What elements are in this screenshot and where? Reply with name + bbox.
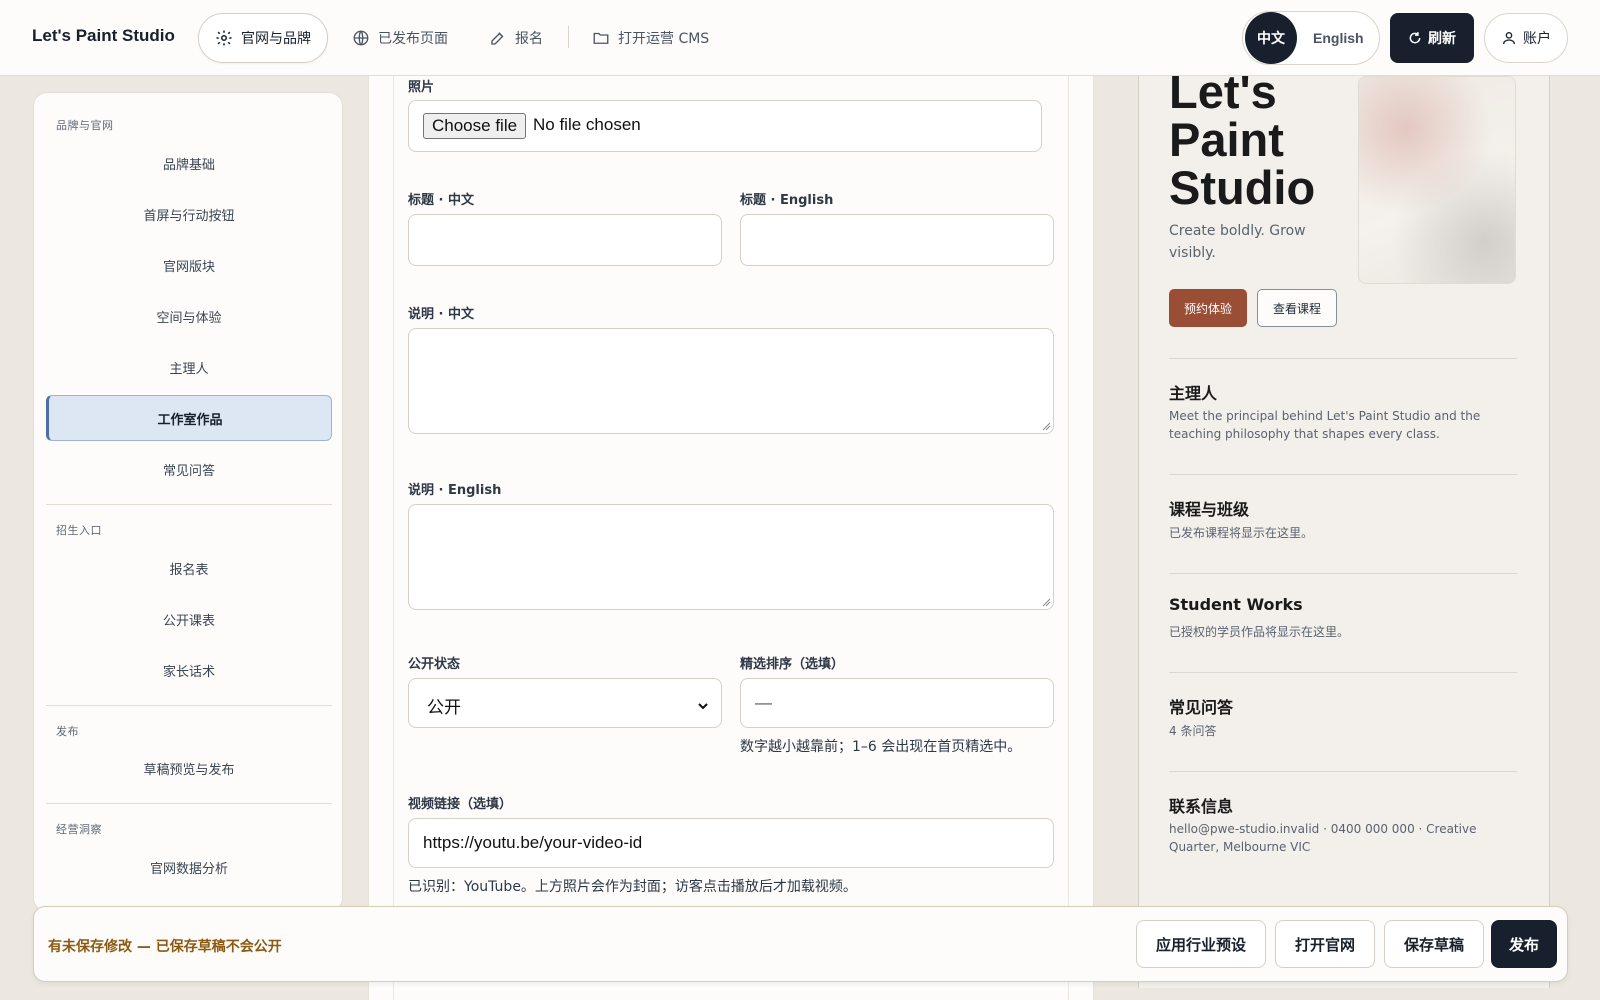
sidebar-group-insights: 经营洞察 bbox=[56, 823, 102, 836]
preview-divider bbox=[1169, 474, 1517, 475]
globe-icon bbox=[352, 29, 370, 47]
refresh-label: 刷新 bbox=[1428, 31, 1456, 47]
nav-published-pages[interactable]: 已发布页面 bbox=[352, 13, 448, 63]
preview-divider bbox=[1169, 771, 1517, 772]
preview-courses-button[interactable]: 查看课程 bbox=[1257, 289, 1337, 327]
sidebar-divider bbox=[46, 705, 332, 706]
preview-divider bbox=[1169, 358, 1517, 359]
publish-button[interactable]: 发布 bbox=[1491, 920, 1557, 968]
video-url-value: https://youtu.be/your-video-id bbox=[423, 833, 643, 852]
title-en-input[interactable] bbox=[740, 214, 1054, 266]
sidebar-item-draft-preview[interactable]: 草稿预览与发布 bbox=[46, 745, 332, 791]
sidebar-item-site-analytics[interactable]: 官网数据分析 bbox=[46, 844, 332, 890]
nav-separator bbox=[568, 26, 569, 48]
sidebar-group-enrollment: 招生入口 bbox=[56, 524, 102, 537]
sidebar-divider bbox=[46, 803, 332, 804]
preview-section-text: hello@pwe-studio.invalid · 0400 000 000 … bbox=[1169, 822, 1477, 854]
desc-zh-label: 说明 · 中文 bbox=[408, 307, 474, 322]
preview-section-text: 4 条问答 bbox=[1169, 724, 1217, 738]
refresh-icon bbox=[1408, 31, 1422, 45]
nav-signup-label: 报名 bbox=[515, 31, 543, 47]
preview-hero-subtitle: Create boldly. Grow visibly. bbox=[1169, 223, 1306, 261]
nav-site-brand[interactable]: 官网与品牌 bbox=[198, 13, 328, 63]
preview-hero-title: Let's Paint Studio bbox=[1169, 76, 1316, 214]
preview-section-text: 已发布课程将显示在这里。 bbox=[1169, 526, 1314, 540]
preview-hero-image bbox=[1358, 76, 1516, 284]
nav-site-brand-label: 官网与品牌 bbox=[241, 31, 311, 47]
gear-icon bbox=[215, 29, 233, 47]
edit-icon bbox=[489, 29, 507, 47]
preview-section-heading: 联系信息 bbox=[1169, 797, 1234, 816]
account-label: 账户 bbox=[1523, 31, 1551, 47]
preview-section-text: 已授权的学员作品将显示在这里。 bbox=[1169, 625, 1350, 639]
visibility-label: 公开状态 bbox=[408, 657, 461, 672]
chevron-down-icon bbox=[697, 697, 709, 716]
video-help-text: 已识别：YouTube。上方照片会作为封面；访客点击播放后才加载视频。 bbox=[408, 879, 857, 895]
open-site-button[interactable]: 打开官网 bbox=[1275, 920, 1375, 968]
sidebar-item-hero-cta[interactable]: 首屏与行动按钮 bbox=[46, 191, 332, 237]
nav-published-label: 已发布页面 bbox=[378, 31, 448, 47]
sidebar-group-publish: 发布 bbox=[56, 725, 79, 738]
work-edit-form: 照片 Choose file No file chosen 标题 · 中文 标题… bbox=[393, 76, 1069, 1000]
preview-divider bbox=[1169, 672, 1517, 673]
resize-grip-icon[interactable] bbox=[1041, 421, 1051, 431]
title-en-label: 标题 · English bbox=[740, 193, 834, 208]
sidebar-group-brand: 品牌与官网 bbox=[56, 119, 114, 132]
refresh-button[interactable]: 刷新 bbox=[1390, 13, 1474, 63]
sidebar-item-brand-basics[interactable]: 品牌基础 bbox=[46, 140, 332, 186]
lang-zh-button[interactable]: 中文 bbox=[1245, 12, 1297, 64]
brand-title[interactable]: Let's Paint Studio bbox=[32, 26, 175, 46]
video-label: 视频链接（选填） bbox=[408, 797, 513, 812]
preview-section-heading: 主理人 bbox=[1169, 384, 1218, 403]
sidebar-item-faq[interactable]: 常见问答 bbox=[46, 446, 332, 492]
title-zh-label: 标题 · 中文 bbox=[408, 193, 474, 208]
nav-open-cms[interactable]: 打开运营 CMS bbox=[592, 13, 709, 63]
sort-label: 精选排序（选填） bbox=[740, 657, 845, 672]
preview-section-text: Meet the principal behind Let's Paint St… bbox=[1169, 409, 1481, 441]
desc-en-textarea[interactable] bbox=[408, 504, 1054, 610]
apply-preset-button[interactable]: 应用行业预设 bbox=[1136, 920, 1266, 968]
save-draft-button[interactable]: 保存草稿 bbox=[1384, 920, 1484, 968]
sort-order-input[interactable]: — bbox=[740, 678, 1054, 728]
sidebar-item-parent-scripts[interactable]: 家长话术 bbox=[46, 647, 332, 693]
sidebar-item-public-schedule[interactable]: 公开课表 bbox=[46, 596, 332, 642]
sidebar-item-studio-works[interactable]: 工作室作品 bbox=[46, 395, 332, 441]
preview-section-heading: Student Works bbox=[1169, 595, 1303, 614]
sidebar-item-principal[interactable]: 主理人 bbox=[46, 344, 332, 390]
unsaved-changes-notice: 有未保存修改 — 已保存草稿不会公开 bbox=[48, 939, 282, 955]
desc-zh-textarea[interactable] bbox=[408, 328, 1054, 434]
preview-divider bbox=[1169, 573, 1517, 574]
video-url-input[interactable]: https://youtu.be/your-video-id bbox=[408, 818, 1054, 868]
title-zh-input[interactable] bbox=[408, 214, 722, 266]
nav-open-cms-label: 打开运营 CMS bbox=[618, 31, 710, 47]
work-edit-form-panel: 照片 Choose file No file chosen 标题 · 中文 标题… bbox=[368, 76, 1094, 1000]
language-toggle: 中文 English bbox=[1242, 11, 1380, 65]
preview-section-heading: 常见问答 bbox=[1169, 698, 1234, 717]
photo-label: 照片 bbox=[408, 80, 435, 95]
sidebar-item-space-experience[interactable]: 空间与体验 bbox=[46, 293, 332, 339]
settings-sidebar: 品牌与官网 品牌基础 首屏与行动按钮 官网版块 空间与体验 主理人 工作室作品 … bbox=[33, 92, 343, 912]
choose-file-button[interactable]: Choose file bbox=[423, 113, 527, 139]
sidebar-item-signup-form[interactable]: 报名表 bbox=[46, 545, 332, 591]
visibility-value: 公开 bbox=[427, 698, 461, 718]
site-preview: Let's Paint Studio Create boldly. Grow v… bbox=[1138, 76, 1550, 988]
folder-icon bbox=[592, 29, 610, 47]
visibility-select[interactable]: 公开 bbox=[408, 678, 722, 728]
preview-section-heading: 课程与班级 bbox=[1169, 500, 1250, 519]
resize-grip-icon[interactable] bbox=[1041, 597, 1051, 607]
nav-signup[interactable]: 报名 bbox=[489, 13, 543, 63]
sort-help-text: 数字越小越靠前；1–6 会出现在首页精选中。 bbox=[740, 739, 1022, 755]
save-action-bar: 有未保存修改 — 已保存草稿不会公开 应用行业预设 打开官网 保存草稿 发布 bbox=[33, 906, 1568, 982]
top-navigation-bar: Let's Paint Studio 官网与品牌 已发布页面 报名 打开运营 C… bbox=[0, 0, 1600, 76]
user-icon bbox=[1501, 30, 1517, 46]
account-button[interactable]: 账户 bbox=[1484, 13, 1568, 63]
desc-en-label: 说明 · English bbox=[408, 483, 502, 498]
lang-en-button[interactable]: English bbox=[1313, 30, 1364, 46]
sidebar-item-site-sections[interactable]: 官网版块 bbox=[46, 242, 332, 288]
sort-placeholder: — bbox=[755, 693, 772, 712]
sidebar-divider bbox=[46, 504, 332, 505]
photo-file-input[interactable]: Choose file No file chosen bbox=[408, 100, 1042, 152]
file-status-text: No file chosen bbox=[533, 115, 641, 134]
preview-book-button[interactable]: 预约体验 bbox=[1169, 289, 1247, 327]
